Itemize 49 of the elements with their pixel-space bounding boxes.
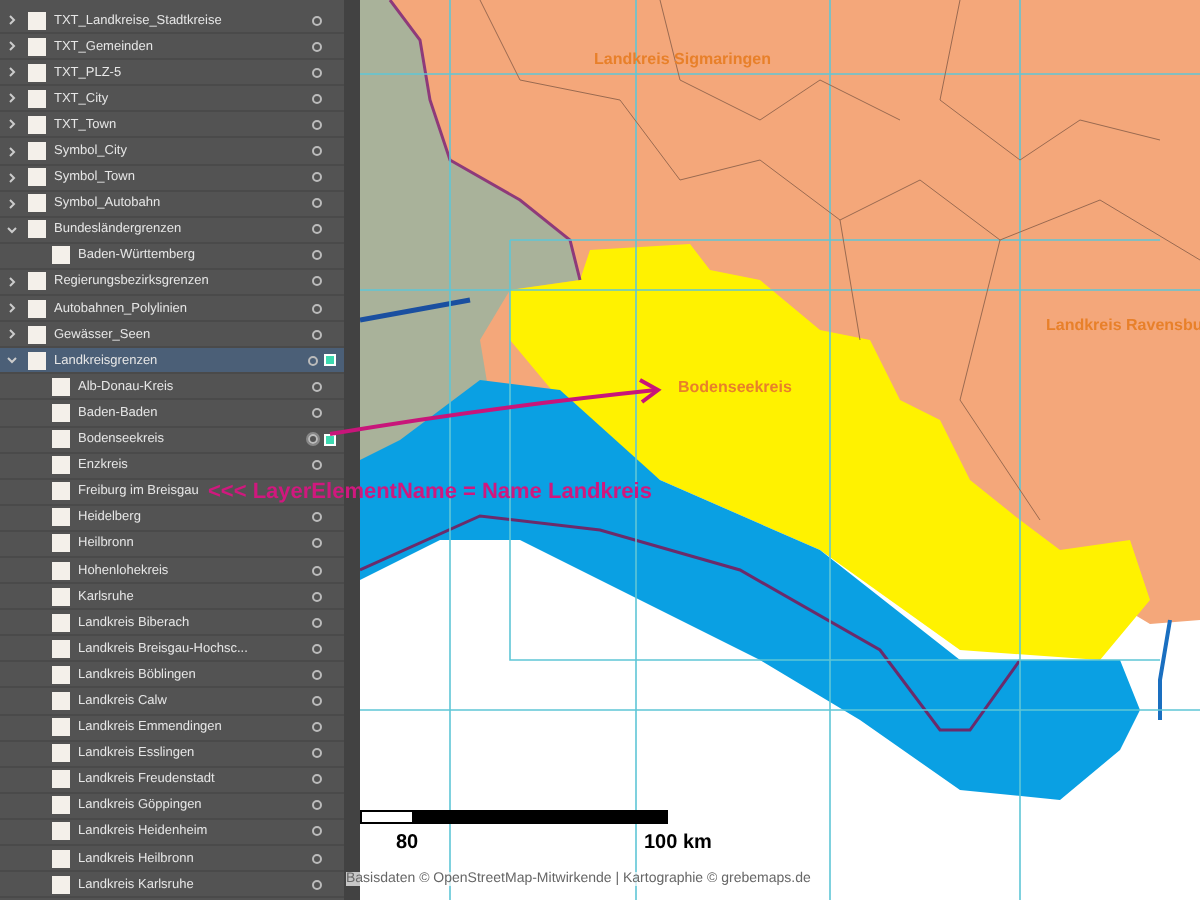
chevron-icon[interactable] bbox=[6, 197, 18, 210]
target-circle-icon[interactable] bbox=[312, 146, 322, 157]
chevron-icon[interactable] bbox=[6, 14, 18, 27]
target-circle-icon[interactable] bbox=[308, 355, 318, 366]
target-circle-icon[interactable] bbox=[312, 591, 322, 602]
target-circle-icon[interactable] bbox=[312, 774, 322, 785]
chevron-icon[interactable] bbox=[6, 328, 18, 341]
target-circle-icon[interactable] bbox=[312, 826, 322, 837]
target-circle-icon[interactable] bbox=[312, 15, 322, 26]
chevron-icon[interactable] bbox=[6, 275, 18, 288]
chevron-icon[interactable] bbox=[6, 223, 18, 236]
chevron-icon[interactable] bbox=[6, 118, 18, 131]
target-circle-icon[interactable] bbox=[312, 643, 322, 654]
target-circle-icon[interactable] bbox=[312, 800, 322, 811]
target-circle-icon[interactable] bbox=[312, 381, 322, 392]
chevron-icon[interactable] bbox=[6, 354, 18, 367]
target-circle-icon[interactable] bbox=[312, 853, 322, 864]
chevron-icon[interactable] bbox=[6, 171, 18, 184]
target-circle-icon[interactable] bbox=[312, 669, 322, 680]
target-circle-icon[interactable] bbox=[312, 250, 322, 261]
chevron-icon[interactable] bbox=[6, 145, 18, 158]
target-circle-icon[interactable] bbox=[312, 198, 322, 209]
target-circle-icon[interactable] bbox=[312, 565, 322, 576]
target-circle-icon[interactable] bbox=[312, 224, 322, 235]
target-circle-icon[interactable] bbox=[312, 879, 322, 890]
target-circle-icon[interactable] bbox=[312, 67, 322, 78]
target-circle-icon[interactable] bbox=[312, 722, 322, 733]
map-label: Bodenseekreis bbox=[678, 378, 792, 396]
target-circle-icon[interactable] bbox=[312, 695, 322, 706]
scale-label: 100 km bbox=[644, 832, 712, 854]
target-circle-icon[interactable] bbox=[308, 434, 318, 445]
target-circle-icon[interactable] bbox=[312, 407, 322, 418]
target-circle-icon[interactable] bbox=[312, 172, 322, 183]
target-circle-icon[interactable] bbox=[312, 303, 322, 314]
chevron-icon[interactable] bbox=[6, 92, 18, 105]
chevron-icon[interactable] bbox=[6, 40, 18, 53]
scale-label: 80 bbox=[396, 832, 419, 854]
target-circle-icon[interactable] bbox=[312, 329, 322, 340]
chevron-icon[interactable] bbox=[6, 302, 18, 315]
target-circle-icon[interactable] bbox=[312, 93, 322, 104]
target-circle-icon[interactable] bbox=[312, 276, 322, 287]
target-circle-icon[interactable] bbox=[312, 41, 322, 52]
target-circle-icon[interactable] bbox=[312, 119, 322, 130]
target-circle-icon[interactable] bbox=[312, 460, 322, 471]
chevron-icon[interactable] bbox=[6, 66, 18, 79]
target-circle-icon[interactable] bbox=[312, 538, 322, 549]
target-circle-icon[interactable] bbox=[312, 748, 322, 759]
target-circle-icon[interactable] bbox=[312, 512, 322, 523]
target-circle-icon[interactable] bbox=[312, 617, 322, 628]
